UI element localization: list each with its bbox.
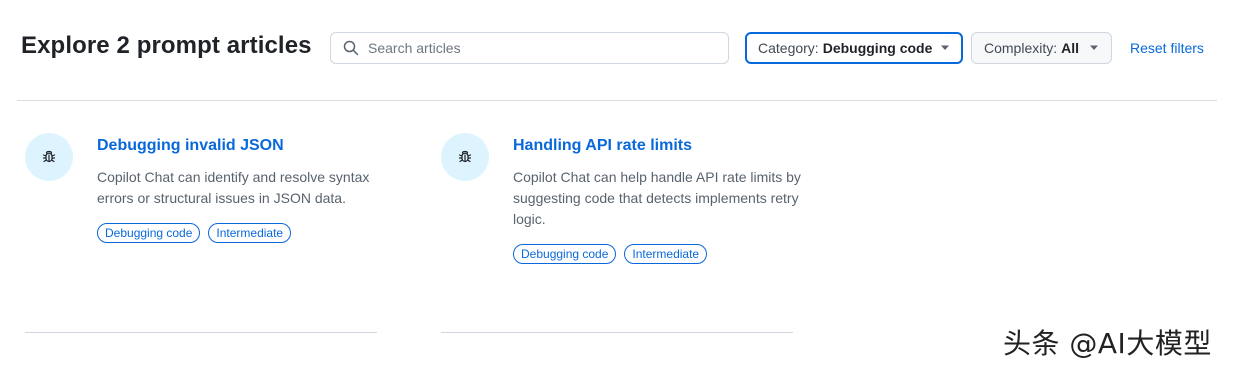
article-description: Copilot Chat can identify and resolve sy… <box>97 169 370 206</box>
complexity-filter-value: All <box>1061 40 1080 56</box>
page-title: Explore 2 prompt articles <box>21 32 312 59</box>
article-title-link[interactable]: Debugging invalid JSON <box>97 137 284 155</box>
article-description: Copilot Chat can help handle API rate li… <box>513 169 801 227</box>
tag-debugging-code[interactable]: Debugging code <box>513 244 617 264</box>
bug-icon <box>458 150 472 163</box>
card-divider <box>25 332 377 333</box>
tag-debugging-code[interactable]: Debugging code <box>97 223 201 243</box>
bug-icon <box>42 150 56 163</box>
tag-intermediate[interactable]: Intermediate <box>208 223 292 243</box>
category-filter-value: Debugging code <box>822 40 933 56</box>
card-divider <box>441 332 793 333</box>
category-filter-dropdown[interactable]: Category: Debugging code <box>745 32 963 64</box>
reset-filters-link[interactable]: Reset filters <box>1130 40 1204 56</box>
header-divider <box>17 100 1217 101</box>
complexity-filter-dropdown[interactable]: Complexity: All <box>971 32 1112 64</box>
page: Explore 2 prompt articles Category: Debu… <box>0 0 1245 366</box>
article-icon-badge <box>441 133 489 181</box>
triangle-down-icon <box>941 45 949 50</box>
search-input[interactable] <box>368 40 708 56</box>
tag-intermediate[interactable]: Intermediate <box>624 244 708 264</box>
category-filter-label: Category: <box>758 40 819 56</box>
article-title-link[interactable]: Handling API rate limits <box>513 137 692 155</box>
article-tags: Debugging code Intermediate <box>513 244 708 264</box>
triangle-down-icon <box>1090 45 1098 50</box>
search-icon <box>343 40 359 56</box>
complexity-filter-label: Complexity: <box>984 40 1058 56</box>
article-tags: Debugging code Intermediate <box>97 223 292 243</box>
search-box[interactable] <box>330 32 729 64</box>
article-icon-badge <box>25 133 73 181</box>
watermark: 头条 @AI大模型 <box>1003 327 1212 360</box>
